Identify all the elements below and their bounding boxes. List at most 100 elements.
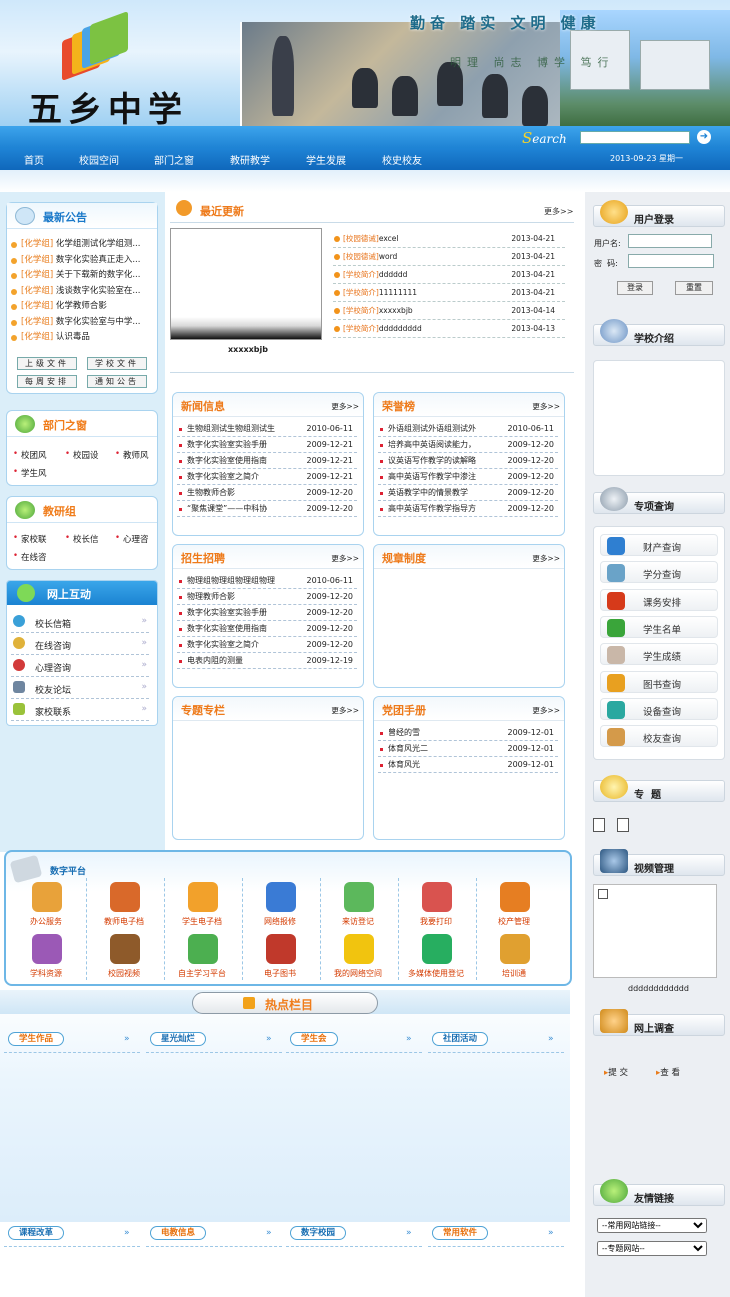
hot-column-tab[interactable]: 电教信息 bbox=[150, 1226, 207, 1240]
topic-image-icon[interactable] bbox=[593, 818, 605, 832]
news-item[interactable]: 数字化实验室实验手册 2009-12-21 bbox=[177, 437, 357, 453]
arrow-icon[interactable]: » bbox=[266, 1228, 272, 1238]
dept-link[interactable]: 学生风 bbox=[13, 467, 47, 479]
party-item[interactable]: 体育风光二 2009-12-01 bbox=[378, 741, 558, 757]
school-docs-button[interactable]: 学校文件 bbox=[87, 357, 147, 370]
recruit-more[interactable]: 更多>> bbox=[331, 553, 359, 564]
query-item[interactable]: 设备查询 bbox=[600, 697, 718, 720]
dept-link[interactable]: 教师风 bbox=[115, 449, 149, 461]
recruit-item[interactable]: 物理教师合影 2009-12-20 bbox=[177, 589, 357, 605]
superior-docs-button[interactable]: 上级文件 bbox=[17, 357, 77, 370]
update-item[interactable]: [学校简介]ddddddddd 2013-04-13 bbox=[333, 320, 565, 338]
arrow-icon[interactable]: » bbox=[406, 1034, 412, 1044]
query-item[interactable]: 图书查询 bbox=[600, 670, 718, 693]
hot-column-tab[interactable]: 星光灿烂 bbox=[150, 1032, 207, 1046]
latest-update-image[interactable] bbox=[170, 228, 322, 340]
research-link[interactable]: 在线咨 bbox=[13, 551, 47, 563]
dept-link[interactable]: 校园设 bbox=[65, 449, 99, 461]
hot-column-tab[interactable]: 课程改革 bbox=[8, 1226, 65, 1240]
interact-item[interactable]: 家校联系» bbox=[11, 699, 149, 721]
recruit-item[interactable]: 数字化实验室之简介 2009-12-20 bbox=[177, 637, 357, 653]
news-item[interactable]: 数字化实验室之简介 2009-12-21 bbox=[177, 469, 357, 485]
topic-image-icon[interactable] bbox=[617, 818, 629, 832]
update-item[interactable]: [校园德诫]word 2013-04-21 bbox=[333, 248, 565, 266]
platform-tile[interactable]: 教师电子档 bbox=[94, 878, 154, 932]
hot-column-tab[interactable]: 学生作品 bbox=[8, 1032, 65, 1046]
honor-item[interactable]: 议英语写作教学的读解略 2009-12-20 bbox=[378, 453, 558, 469]
hot-column-tab[interactable]: 社团活动 bbox=[432, 1032, 489, 1046]
honor-item[interactable]: 培养高中英语阅读能力， 2009-12-20 bbox=[378, 437, 558, 453]
honor-more[interactable]: 更多>> bbox=[532, 401, 560, 412]
username-input[interactable] bbox=[628, 234, 712, 248]
platform-tile[interactable]: 电子图书 bbox=[250, 930, 310, 984]
platform-tile[interactable]: 校产管理 bbox=[484, 878, 544, 932]
nav-dept[interactable]: 部门之窗 bbox=[154, 152, 194, 167]
latest-update-more[interactable]: 更多>> bbox=[544, 206, 573, 217]
news-item[interactable]: 生物组测试生物组测试生 2010-06-11 bbox=[177, 421, 357, 437]
research-link[interactable]: 家校联 bbox=[13, 533, 47, 545]
news-item[interactable]: 生物教师合影 2009-12-20 bbox=[177, 485, 357, 501]
notice-item[interactable]: [化学组] 数字化实验室与中学... bbox=[9, 315, 157, 331]
news-item[interactable]: “聚焦课堂”——中科协 2009-12-20 bbox=[177, 501, 357, 517]
reset-button[interactable]: 重置 bbox=[675, 281, 713, 295]
video-frame[interactable] bbox=[593, 884, 717, 978]
special-column-more[interactable]: 更多>> bbox=[331, 705, 359, 716]
honor-item[interactable]: 外语组测试外语组测试外 2010-06-11 bbox=[378, 421, 558, 437]
party-more[interactable]: 更多>> bbox=[532, 705, 560, 716]
recruit-item[interactable]: 数字化实验室使用指南 2009-12-20 bbox=[177, 621, 357, 637]
news-more[interactable]: 更多>> bbox=[331, 401, 359, 412]
arrow-icon[interactable]: » bbox=[548, 1034, 554, 1044]
hot-column-tab[interactable]: 数字校园 bbox=[290, 1226, 347, 1240]
query-item[interactable]: 学分查询 bbox=[600, 561, 718, 584]
password-input[interactable] bbox=[628, 254, 714, 268]
platform-tile[interactable]: 我的网络空间 bbox=[328, 930, 388, 984]
nav-students[interactable]: 学生发展 bbox=[306, 152, 346, 167]
platform-tile[interactable]: 网络报修 bbox=[250, 878, 310, 932]
research-link[interactable]: 心理咨 bbox=[115, 533, 149, 545]
notice-item[interactable]: [化学组] 浅谈数字化实验室在... bbox=[9, 284, 157, 300]
platform-tile[interactable]: 校园视频 bbox=[94, 930, 154, 984]
interact-item[interactable]: 在线咨询» bbox=[11, 633, 149, 655]
notice-item[interactable]: [化学组] 认识毒品 bbox=[9, 330, 157, 346]
party-item[interactable]: 曾经的雪 2009-12-01 bbox=[378, 725, 558, 741]
honor-item[interactable]: 高中英语写作教学指导方 2009-12-20 bbox=[378, 501, 558, 517]
platform-tile[interactable]: 学生电子档 bbox=[172, 878, 232, 932]
arrow-icon[interactable]: » bbox=[406, 1228, 412, 1238]
query-item[interactable]: 课务安排 bbox=[600, 588, 718, 611]
interact-item[interactable]: 心理咨询» bbox=[11, 655, 149, 677]
update-item[interactable]: [学校简介]xxxxxbjb 2013-04-14 bbox=[333, 302, 565, 320]
platform-tile[interactable]: 学科资源 bbox=[16, 930, 76, 984]
arrow-icon[interactable]: » bbox=[124, 1228, 130, 1238]
query-item[interactable]: 学生成绩 bbox=[600, 643, 718, 666]
query-item[interactable]: 校友查询 bbox=[600, 725, 718, 748]
platform-tile[interactable]: 办公服务 bbox=[16, 878, 76, 932]
nav-home[interactable]: 首页 bbox=[24, 152, 44, 167]
query-item[interactable]: 学生名单 bbox=[600, 615, 718, 638]
notice-item[interactable]: [化学组] 化学教师合影 bbox=[9, 299, 157, 315]
dept-link[interactable]: 校团风 bbox=[13, 449, 47, 461]
interact-item[interactable]: 校友论坛» bbox=[11, 677, 149, 699]
update-item[interactable]: [学校简介]11111111 2013-04-21 bbox=[333, 284, 565, 302]
platform-tile[interactable]: 自主学习平台 bbox=[172, 930, 232, 984]
platform-tile[interactable]: 培训通 bbox=[484, 930, 544, 984]
topic-links-select[interactable]: --专题网站-- bbox=[597, 1241, 707, 1256]
platform-tile[interactable]: 我要打印 bbox=[406, 878, 466, 932]
survey-submit-button[interactable]: ▸提 交 bbox=[604, 1066, 628, 1078]
survey-view-button[interactable]: ▸查 看 bbox=[656, 1066, 680, 1078]
honor-item[interactable]: 英语教学中的情景教学 2009-12-20 bbox=[378, 485, 558, 501]
common-links-select[interactable]: --常用网站链接-- bbox=[597, 1218, 707, 1233]
search-go-icon[interactable]: ➜ bbox=[697, 130, 711, 144]
news-item[interactable]: 数字化实验室使用指南 2009-12-21 bbox=[177, 453, 357, 469]
query-item[interactable]: 财产查询 bbox=[600, 534, 718, 556]
arrow-icon[interactable]: » bbox=[548, 1228, 554, 1238]
notice-item[interactable]: [化学组] 化学组测试化学组测... bbox=[9, 237, 157, 253]
update-item[interactable]: [学校简介]dddddd 2013-04-21 bbox=[333, 266, 565, 284]
nav-history[interactable]: 校史校友 bbox=[382, 152, 422, 167]
platform-tile[interactable]: 来访登记 bbox=[328, 878, 388, 932]
recruit-item[interactable]: 电表内阻的测量 2009-12-19 bbox=[177, 653, 357, 669]
research-link[interactable]: 校长信 bbox=[65, 533, 99, 545]
nav-teaching[interactable]: 教研教学 bbox=[230, 152, 270, 167]
login-button[interactable]: 登录 bbox=[617, 281, 653, 295]
weekly-schedule-button[interactable]: 每周安排 bbox=[17, 375, 77, 388]
hot-column-tab[interactable]: 常用软件 bbox=[432, 1226, 489, 1240]
